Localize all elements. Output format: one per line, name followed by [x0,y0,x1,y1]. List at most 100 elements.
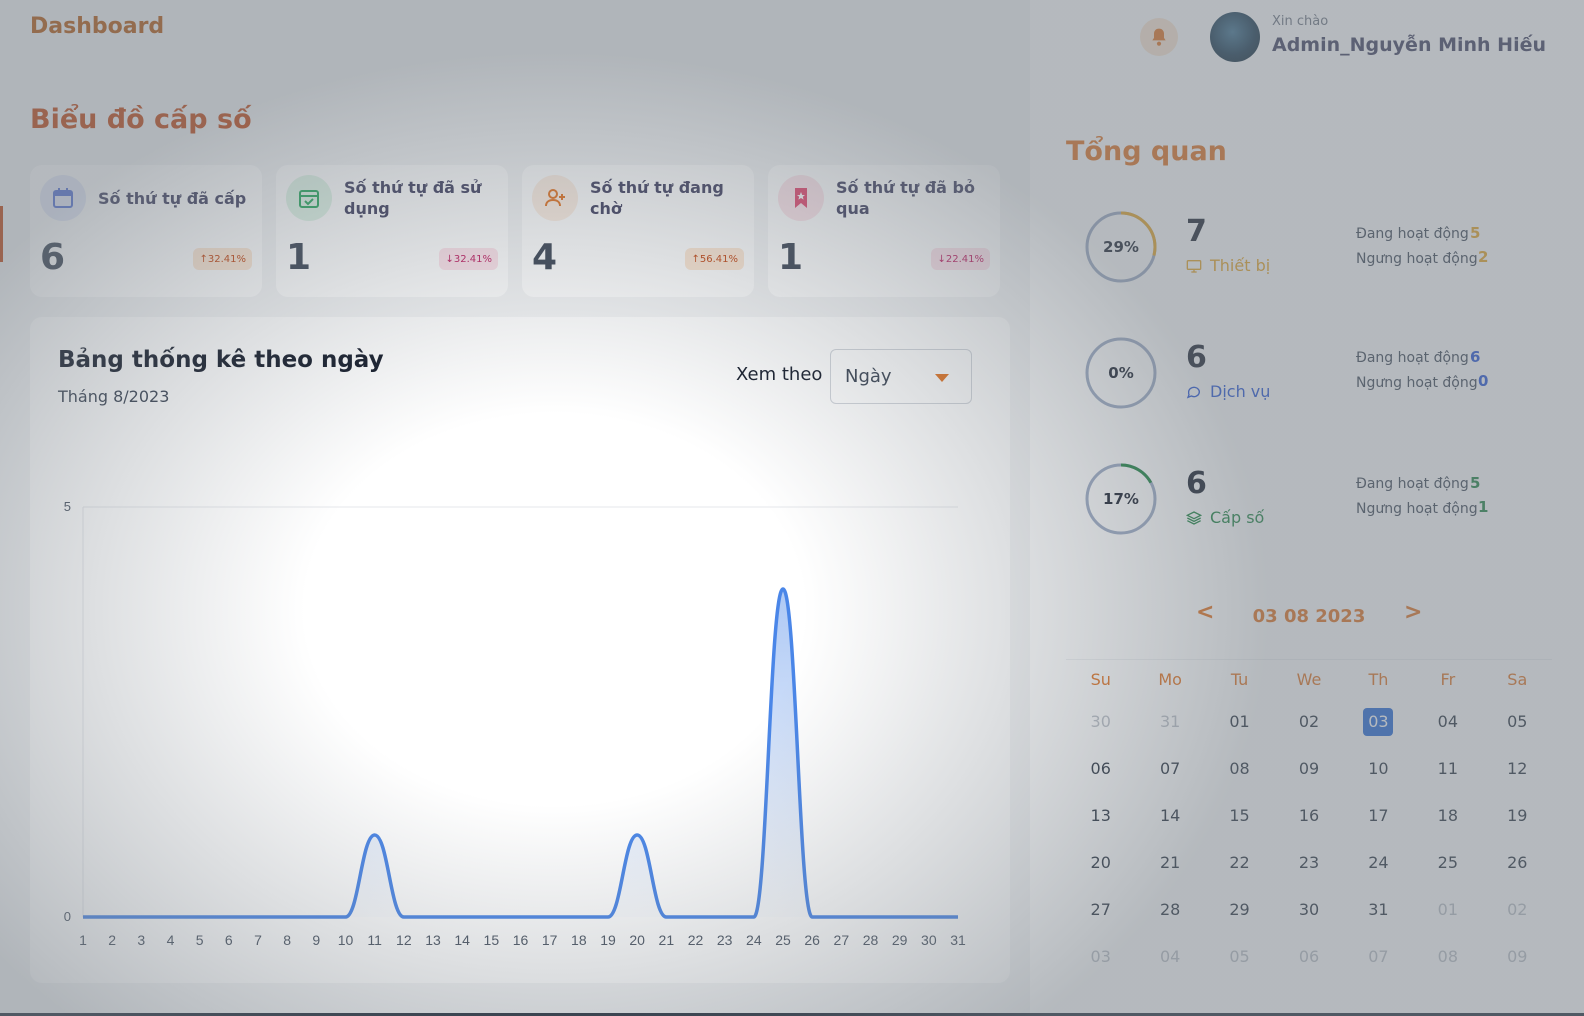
series-line [82,587,958,919]
x-tick-label: 8 [283,932,291,948]
x-tick-label: 14 [454,932,470,948]
calendar-day[interactable]: 04 [1413,698,1482,745]
calendar-day[interactable]: 10 [1344,745,1413,792]
calendar-day[interactable]: 18 [1413,792,1482,839]
overview-name: Cấp số [1186,508,1264,527]
calendar-day[interactable]: 26 [1483,839,1552,886]
calendar-day[interactable]: 31 [1135,698,1204,745]
notification-bell-icon[interactable] [1140,18,1178,56]
x-tick-label: 20 [629,932,645,948]
active-label: Đang hoạt động [1356,226,1469,242]
calendar-day[interactable]: 09 [1274,745,1343,792]
calendar-day[interactable]: 02 [1483,886,1552,933]
inactive-value: 0 [1478,372,1489,390]
calendar-day[interactable]: 31 [1344,886,1413,933]
calendar-day-label: 28 [1159,900,1181,919]
stat-card-waiting[interactable]: Số thứ tự đang chờ 4 ↑56.41% [522,165,754,297]
x-tick-label: 30 [921,932,937,948]
trend-badge: ↑32.41% [193,248,252,270]
calendar-day[interactable]: 21 [1135,839,1204,886]
calendar-day[interactable]: 05 [1205,933,1274,980]
calendar-day[interactable]: 22 [1205,839,1274,886]
x-tick-label: 16 [513,932,529,948]
overview-card-devices[interactable]: 29% 7 Thiết bị Đang hoạt động 5 Ngưng ho… [1066,192,1552,302]
x-tick-label: 18 [571,932,587,948]
calendar-day[interactable]: 17 [1344,792,1413,839]
section-title: Biểu đồ cấp số [30,104,252,135]
calendar-day-label: 06 [1090,759,1111,778]
calendar-next-button[interactable]: > [1404,600,1422,625]
calendar-day[interactable]: 16 [1274,792,1343,839]
layers-icon [1186,510,1202,525]
overview-name-label: Thiết bị [1210,256,1271,275]
percent-label: 17% [1103,490,1139,508]
calendar-day-selected[interactable]: 03 [1344,698,1413,745]
calendar-day[interactable]: 05 [1483,698,1552,745]
y-tick-label: 0 [64,909,71,924]
avatar[interactable] [1210,12,1260,62]
calendar-day[interactable]: 04 [1135,933,1204,980]
calendar-day[interactable]: 14 [1135,792,1204,839]
calendar-day[interactable]: 09 [1483,933,1552,980]
user-add-icon [532,175,578,221]
calendar-day[interactable]: 19 [1483,792,1552,839]
calendar-day[interactable]: 08 [1205,745,1274,792]
calendar-day-label: 18 [1437,806,1459,825]
calendar-day[interactable]: 02 [1274,698,1343,745]
calendar-day[interactable]: 01 [1205,698,1274,745]
calendar-day[interactable]: 01 [1413,886,1482,933]
overview-card-services[interactable]: 0% 6 Dịch vụ Đang hoạt động 6 Ngưng hoạt… [1066,318,1552,428]
calendar-day-label: 09 [1507,947,1528,966]
calendar-day-label: 12 [1507,759,1528,778]
bookmark-icon [778,175,824,221]
weekday-label: Su [1090,669,1111,689]
x-tick-label: 15 [484,932,500,948]
calendar-day[interactable]: 08 [1413,933,1482,980]
calendar-day[interactable]: 25 [1413,839,1482,886]
stat-card-issued[interactable]: Số thứ tự đã cấp 6 ↑32.41% [30,165,262,297]
stat-label: Số thứ tự đã cấp [98,188,247,208]
stat-label: Số thứ tự đang chờ [590,178,724,218]
x-tick-label: 25 [775,932,791,948]
calendar-day-label: 02 [1507,900,1528,919]
stat-value: 6 [40,237,66,278]
calendar-day[interactable]: 07 [1344,933,1413,980]
x-tick-label: 24 [746,932,762,948]
calendar-day[interactable]: 11 [1413,745,1482,792]
calendar-day[interactable]: 24 [1344,839,1413,886]
calendar-header: < 03 08 2023 > [1066,584,1552,660]
x-tick-label: 12 [396,932,412,948]
stat-card-used[interactable]: Số thứ tự đã sử dụng 1 ↓32.41% [276,165,508,297]
trend-badge: ↑56.41% [685,248,744,270]
inactive-label: Ngưng hoạt động [1356,375,1478,391]
user-profile[interactable]: Xin chào Admin_Nguyễn Minh Hiếu [1210,12,1570,66]
overview-card-numbering[interactable]: 17% 6 Cấp số Đang hoạt động 5 Ngưng hoạt… [1066,444,1552,554]
calendar-day-label: 22 [1229,853,1250,872]
calendar-day-label: 30 [1090,712,1111,731]
area-chart: 051 2 3 4 5 6 7 8 9 10 11 12 13 14 15 16 17 18 19 20 21 22 23 2… [64,499,966,948]
calendar-day[interactable]: 28 [1135,886,1204,933]
calendar-day[interactable]: 06 [1274,933,1343,980]
calendar-day[interactable]: 20 [1066,839,1135,886]
calendar-day[interactable]: 15 [1205,792,1274,839]
series-area [83,589,958,917]
stat-card-skipped[interactable]: Số thứ tự đã bỏ qua 1 ↓22.41% [768,165,1000,297]
calendar-day[interactable]: 30 [1066,698,1135,745]
calendar-day[interactable]: 03 [1066,933,1135,980]
overview-name: Dịch vụ [1186,382,1270,401]
calendar-day[interactable]: 12 [1483,745,1552,792]
calendar-day[interactable]: 06 [1066,745,1135,792]
calendar-day-label: 07 [1159,759,1181,778]
calendar-day[interactable]: 27 [1066,886,1135,933]
calendar-day[interactable]: 29 [1205,886,1274,933]
calendar-day-label: 25 [1437,853,1459,872]
calendar-day[interactable]: 30 [1274,886,1343,933]
x-tick-label: 23 [717,932,733,948]
calendar-day-label: 26 [1507,853,1528,872]
calendar-day[interactable]: 13 [1066,792,1135,839]
x-tick-label: 17 [542,932,558,948]
x-tick-label: 27 [834,932,850,948]
calendar-day[interactable]: 23 [1274,839,1343,886]
calendar-day[interactable]: 07 [1135,745,1204,792]
calendar-day-label: 09 [1298,759,1320,778]
